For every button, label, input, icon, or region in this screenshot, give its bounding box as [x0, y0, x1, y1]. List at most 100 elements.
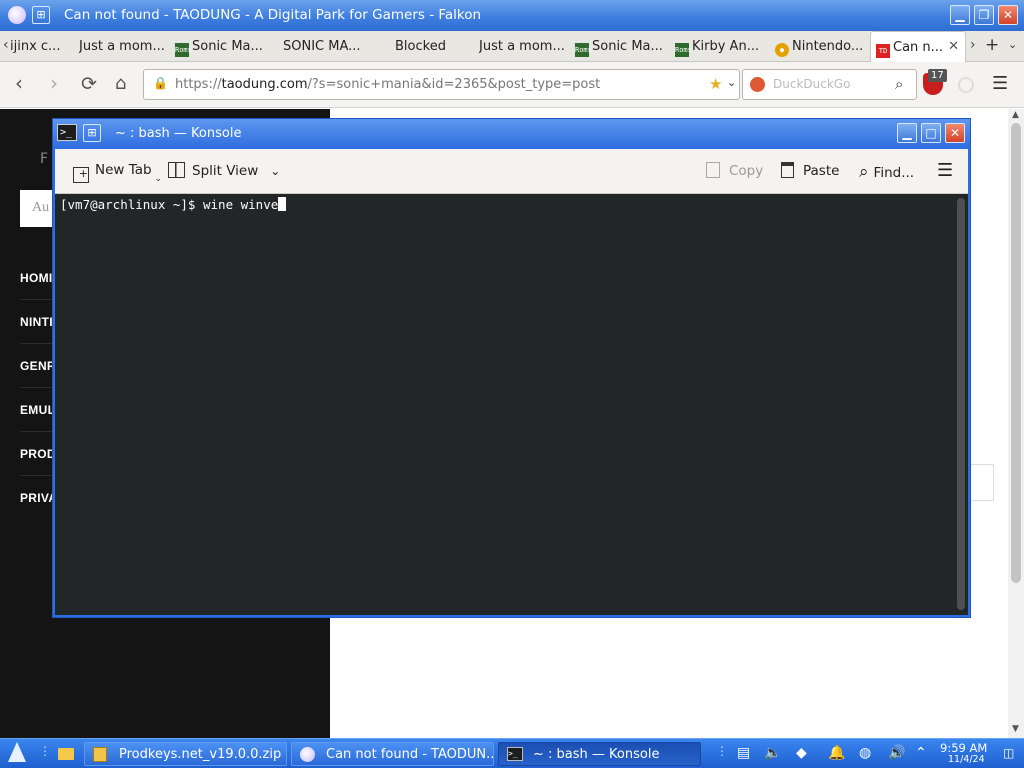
browser-titlebar: ⊞ Can not found - TAODUNG - A Digital Pa…: [0, 0, 1024, 31]
close-icon[interactable]: ✕: [998, 5, 1018, 25]
separator-icon: ⋮: [716, 744, 728, 758]
network-icon[interactable]: ◍: [859, 745, 871, 761]
taodung-icon: TD: [876, 44, 890, 58]
search-icon[interactable]: ⌕: [895, 75, 903, 93]
scroll-up-icon[interactable]: ▲: [1012, 110, 1019, 120]
terminal-cursor: [278, 197, 287, 211]
web-nav-emulator[interactable]: EMUL: [20, 403, 55, 417]
url-dropdown-icon[interactable]: ⌄: [727, 76, 736, 89]
restore-icon[interactable]: ❐: [974, 5, 994, 25]
terminal-scrollbar[interactable]: [957, 198, 965, 610]
audio-icon[interactable]: 🔊: [888, 745, 905, 761]
minimize-icon[interactable]: ▁: [950, 5, 970, 25]
tab[interactable]: RomsSonic Ma...: [175, 31, 270, 62]
roms-icon: Roms: [575, 43, 592, 57]
clock-time[interactable]: 9:59 AM: [940, 741, 987, 755]
maximize-icon[interactable]: □: [921, 123, 941, 143]
home-icon[interactable]: ⌂: [115, 74, 126, 94]
tray-expand-icon[interactable]: ⌃: [915, 745, 927, 761]
new-tab-icon: +: [73, 167, 89, 183]
forward-icon[interactable]: ›: [50, 73, 58, 93]
nintendo-icon: ●: [775, 43, 789, 57]
terminal-area[interactable]: [vm7@archlinux ~]$ wine winve: [55, 194, 968, 615]
file-manager-icon[interactable]: [58, 748, 74, 760]
search-input[interactable]: DuckDuckGo: [773, 77, 850, 91]
dropdown-indicator-icon: ⌄: [151, 174, 162, 184]
terminal-line: [vm7@archlinux ~]$ wine winve: [60, 197, 279, 212]
separator-icon: ⋮: [39, 744, 51, 758]
show-desktop-icon[interactable]: ◫: [1003, 746, 1014, 760]
arch-launcher-icon[interactable]: [8, 742, 26, 762]
falkon-icon: [300, 747, 315, 762]
reload-icon[interactable]: ⟳: [81, 74, 97, 94]
tab[interactable]: ijinx c...: [10, 31, 76, 62]
tab-active[interactable]: TD Can n... ✕: [870, 31, 966, 62]
search-box[interactable]: DuckDuckGo ⌕: [742, 69, 917, 100]
web-nav-home[interactable]: HOMI: [20, 271, 53, 285]
search-icon: ⌕: [859, 162, 869, 182]
roms-icon: Roms: [175, 43, 192, 57]
minimize-icon[interactable]: ▁: [897, 123, 917, 143]
tab[interactable]: RomsSonic Ma...: [575, 31, 670, 62]
site-logo-fragment: F: [40, 151, 49, 167]
tab[interactable]: Just a mom...: [479, 31, 569, 62]
konsole-window: >_ ⊞ ~ : bash — Konsole ▁ □ ✕ + New Tab ⌄…: [52, 118, 971, 618]
url-path: /?s=sonic+mania&id=2365&post_type=post: [307, 77, 601, 92]
task-prodkeys[interactable]: Prodkeys.net_v19.0.0.zip ...: [84, 742, 287, 766]
url-bar[interactable]: 🔒 https://taodung.com/?s=sonic+mania&id=…: [143, 69, 740, 100]
tab[interactable]: ● Nintendo...: [775, 31, 868, 62]
tab[interactable]: Blocked: [395, 31, 465, 62]
tab[interactable]: RomsKirby An...: [675, 31, 770, 62]
kdeconnect-icon[interactable]: ◆: [796, 745, 807, 761]
clipboard-icon[interactable]: ▤: [737, 745, 750, 761]
falkon-logo-icon: [8, 6, 26, 24]
split-view-icon: [168, 162, 185, 178]
ublock-badge: 17: [928, 69, 947, 82]
new-tab-icon[interactable]: +: [985, 35, 999, 55]
notifications-icon[interactable]: 🔔: [828, 745, 845, 761]
web-content-box: [971, 464, 994, 501]
web-nav-nintendo[interactable]: NINTI: [20, 315, 53, 329]
web-nav-prodkeys[interactable]: PROD: [20, 447, 56, 461]
clock-date[interactable]: 11/4/24: [948, 754, 985, 765]
tab-list-icon[interactable]: ⌄: [1008, 38, 1017, 51]
volume-icon[interactable]: 🔈: [764, 745, 781, 761]
konsole-icon: >_: [507, 747, 523, 761]
web-nav-genre[interactable]: GENR: [20, 359, 56, 373]
scroll-thumb[interactable]: [1011, 123, 1021, 583]
window-menu-icon[interactable]: ⊞: [83, 124, 101, 142]
tab[interactable]: Just a mom...: [79, 31, 169, 62]
roms-icon: Roms: [675, 43, 692, 57]
find-button[interactable]: ⌕ Find...: [859, 162, 914, 182]
split-view-button[interactable]: Split View ⌄: [168, 162, 280, 179]
close-icon[interactable]: ✕: [945, 123, 965, 143]
taskbar: ⋮ Prodkeys.net_v19.0.0.zip ... Can not f…: [0, 738, 1024, 768]
tab-scroll-left-icon[interactable]: ‹: [3, 37, 9, 53]
menu-icon[interactable]: ☰: [992, 73, 1008, 94]
bookmark-star-icon[interactable]: ★: [709, 75, 722, 93]
paste-button[interactable]: Paste: [781, 162, 839, 179]
konsole-app-icon: >_: [57, 124, 77, 141]
task-konsole[interactable]: >_ ~ : bash — Konsole: [498, 742, 701, 766]
web-scrollbar[interactable]: ▲ ▼: [1008, 109, 1024, 738]
browser-tab-bar: ‹ ijinx c... Just a mom... RomsSonic Ma.…: [0, 31, 1024, 62]
duckduckgo-icon: [750, 77, 765, 92]
chevron-down-icon[interactable]: ⌄: [270, 164, 280, 178]
window-menu-icon[interactable]: ⊞: [32, 6, 50, 24]
new-tab-button[interactable]: + New Tab ⌄: [73, 162, 162, 184]
archive-icon: [93, 747, 107, 762]
copy-icon: [706, 162, 720, 178]
konsole-window-title: ~ : bash — Konsole: [115, 126, 242, 141]
scroll-down-icon[interactable]: ▼: [1012, 724, 1019, 734]
task-falkon[interactable]: Can not found - TAODUN...: [291, 742, 494, 766]
back-icon[interactable]: ‹: [15, 73, 23, 93]
tab[interactable]: SONIC MA...: [283, 31, 373, 62]
tab-scroll-right-icon[interactable]: ›: [970, 37, 976, 53]
copy-button[interactable]: Copy: [706, 162, 763, 179]
extension-icon[interactable]: [958, 77, 974, 93]
lock-icon: 🔒: [153, 76, 168, 90]
hamburger-menu-icon[interactable]: ☰: [937, 160, 953, 181]
url-prefix: https://: [175, 77, 222, 92]
konsole-toolbar: + New Tab ⌄ Split View ⌄ Copy Paste ⌕ Find.…: [55, 149, 968, 194]
tab-close-icon[interactable]: ✕: [948, 39, 959, 54]
